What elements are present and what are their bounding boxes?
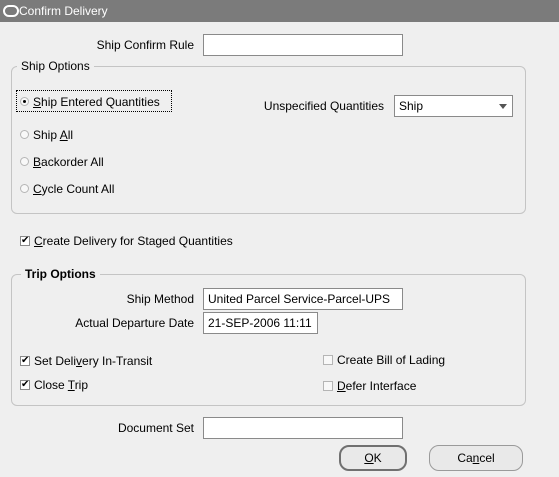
unspecified-quantities-value: Ship (399, 99, 424, 113)
title-bar: Confirm Delivery (0, 0, 559, 22)
radio-backorder-all[interactable] (20, 157, 29, 166)
radio-label-ship-all[interactable]: Ship All (33, 128, 73, 142)
cancel-button[interactable]: Cancel (429, 445, 523, 471)
oracle-window-icon (3, 5, 19, 17)
chevron-down-icon[interactable] (499, 104, 507, 109)
close-trip-checkbox[interactable]: ✔ (20, 380, 30, 390)
radio-cycle-count-all[interactable] (20, 184, 29, 193)
ship-confirm-rule-input[interactable] (203, 34, 403, 56)
ship-confirm-rule-label: Ship Confirm Rule (96, 38, 194, 52)
create-delivery-label[interactable]: Create Delivery for Staged Quantities (34, 234, 233, 248)
defer-interface-checkbox[interactable] (323, 381, 333, 391)
ship-options-legend: Ship Options (17, 59, 94, 73)
document-set-input[interactable] (203, 417, 403, 439)
document-set-label: Document Set (117, 421, 194, 435)
defer-interface-label[interactable]: Defer Interface (337, 379, 416, 393)
close-trip-label[interactable]: Close Trip (34, 378, 88, 392)
unspecified-quantities-select[interactable]: Ship (394, 95, 513, 117)
actual-departure-date-label: Actual Departure Date (75, 316, 194, 330)
radio-label-cycle-count-all[interactable]: Cycle Count All (33, 182, 114, 196)
ship-method-label: Ship Method (126, 292, 194, 306)
set-in-transit-checkbox[interactable]: ✔ (20, 356, 30, 366)
ship-method-input[interactable]: United Parcel Service-Parcel-UPS (203, 288, 403, 310)
radio-label-backorder-all[interactable]: Backorder All (33, 155, 104, 169)
trip-options-legend: Trip Options (21, 267, 100, 281)
create-delivery-checkbox[interactable]: ✔ (20, 236, 30, 246)
radio-ship-all[interactable] (20, 130, 29, 139)
radio-label-ship-entered-quantities[interactable]: Ship Entered Quantities (33, 95, 160, 109)
radio-ship-entered-quantities[interactable] (20, 97, 29, 106)
set-in-transit-label[interactable]: Set Delivery In-Transit (34, 354, 152, 368)
ok-button[interactable]: OK (339, 445, 407, 471)
create-bill-of-lading-label[interactable]: Create Bill of Lading (337, 353, 445, 367)
unspecified-quantities-label: Unspecified Quantities (263, 99, 384, 113)
create-bill-of-lading-checkbox[interactable] (323, 355, 333, 365)
actual-departure-date-input[interactable]: 21-SEP-2006 11:11 (203, 312, 318, 334)
window-title: Confirm Delivery (19, 4, 108, 18)
